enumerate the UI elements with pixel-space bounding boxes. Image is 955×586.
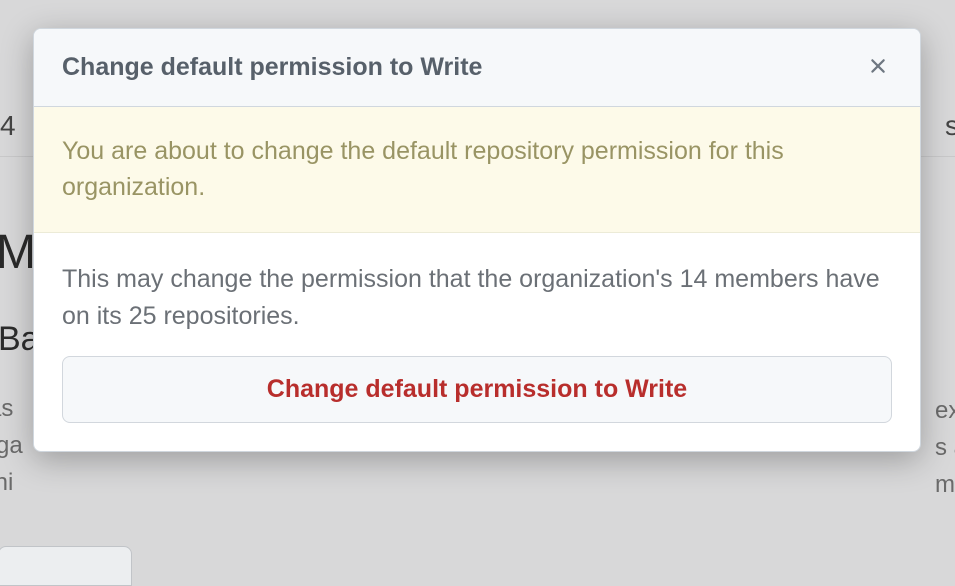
bg-fragment: 4 bbox=[0, 110, 16, 142]
modal-footer: Change default permission to Write bbox=[34, 356, 920, 451]
confirmation-modal: Change default permission to Write You a… bbox=[33, 28, 921, 452]
close-button[interactable] bbox=[864, 54, 892, 82]
bg-fragment: exc s ar mis bbox=[935, 392, 955, 504]
confirm-button[interactable]: Change default permission to Write bbox=[62, 356, 892, 423]
bg-button-fragment bbox=[0, 546, 132, 586]
modal-warning-banner: You are about to change the default repo… bbox=[34, 107, 920, 233]
modal-body-text: This may change the permission that the … bbox=[34, 233, 920, 356]
bg-fragment: s bbox=[945, 110, 955, 142]
close-icon bbox=[866, 54, 890, 81]
bg-fragment: as rga hi bbox=[0, 390, 23, 502]
bg-fragment: M bbox=[0, 225, 36, 280]
modal-title: Change default permission to Write bbox=[62, 53, 482, 82]
modal-header: Change default permission to Write bbox=[34, 29, 920, 107]
